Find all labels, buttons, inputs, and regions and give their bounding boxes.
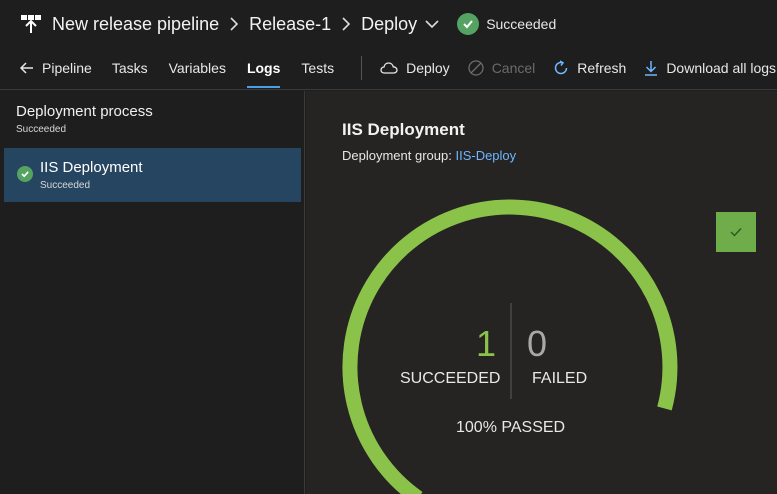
deploy-label: Deploy: [406, 60, 450, 76]
toolbar-divider: [361, 56, 363, 80]
succeeded-label: SUCCEEDED: [400, 370, 501, 387]
deploy-button[interactable]: Deploy: [380, 60, 450, 76]
pipeline-icon: [20, 13, 42, 35]
download-icon: [645, 61, 658, 76]
breadcrumb: New release pipeline Release-1 Deploy Su…: [20, 10, 556, 38]
failed-label: FAILED: [532, 370, 588, 387]
chevron-right-icon: [341, 17, 351, 31]
status-text: Succeeded: [486, 16, 557, 32]
chevron-right-icon: [229, 17, 239, 31]
process-status: Succeeded: [16, 124, 67, 135]
cancel-label: Cancel: [491, 60, 536, 76]
refresh-button[interactable]: Refresh: [553, 60, 626, 76]
stage-item-iis-deployment[interactable]: IIS Deployment Succeeded: [4, 148, 301, 202]
passed-text: 100% PASSED: [456, 419, 566, 436]
tab-pipeline-label: Pipeline: [42, 60, 92, 76]
process-title[interactable]: Deployment process: [16, 103, 153, 120]
status-badge: Succeeded: [457, 13, 556, 35]
breadcrumb-stage[interactable]: Deploy: [361, 14, 417, 35]
stage-status: Succeeded: [40, 180, 91, 191]
tab-tests[interactable]: Tests: [301, 50, 334, 86]
chevron-down-icon[interactable]: [425, 19, 439, 29]
breadcrumb-release[interactable]: Release-1: [249, 14, 331, 35]
refresh-label: Refresh: [577, 60, 627, 76]
breadcrumb-pipeline[interactable]: New release pipeline: [52, 14, 219, 35]
refresh-icon: [555, 60, 568, 75]
download-all-logs-label: Download all logs: [666, 60, 777, 76]
check-circle-icon: [457, 13, 480, 35]
succeeded-count: 1: [476, 323, 497, 364]
cancel-icon: [468, 60, 484, 76]
arrow-left-icon: [20, 62, 33, 74]
download-all-logs-button[interactable]: Download all logs: [644, 60, 776, 76]
stage-name: IIS Deployment: [40, 159, 143, 176]
tab-tasks[interactable]: Tasks: [112, 50, 148, 86]
deployment-process-panel: Deployment process Succeeded IIS Deploym…: [0, 91, 305, 494]
cloud-icon: [380, 62, 398, 74]
tab-logs[interactable]: Logs: [246, 50, 281, 88]
toolbar: Pipeline Tasks Variables Logs Tests Depl…: [20, 50, 777, 88]
gauge-arc: [342, 199, 678, 494]
cancel-button[interactable]: Cancel: [468, 60, 536, 76]
failed-count: 0: [527, 323, 548, 364]
tab-variables[interactable]: Variables: [169, 50, 226, 86]
check-circle-icon: [17, 166, 33, 182]
job-summary-panel: IIS Deployment Deployment group: IIS-Dep…: [306, 91, 777, 494]
page-header: New release pipeline Release-1 Deploy Su…: [0, 0, 777, 90]
tab-pipeline[interactable]: Pipeline: [20, 50, 92, 86]
